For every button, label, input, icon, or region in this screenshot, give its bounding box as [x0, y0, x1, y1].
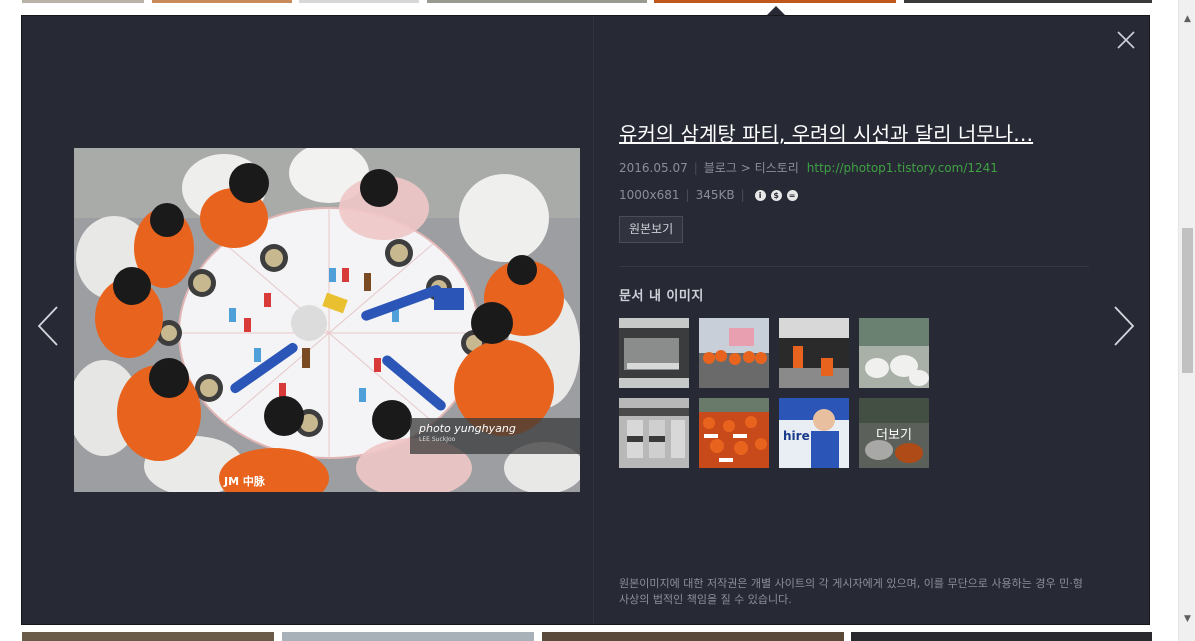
scroll-thumb[interactable]	[1182, 228, 1193, 373]
source-url-link[interactable]: http://photop1.tistory.com/1241	[807, 161, 998, 175]
document-image-thumbnail[interactable]	[699, 398, 769, 468]
source-name-link[interactable]: 티스토리	[755, 161, 799, 175]
license-icons: i $ =	[754, 189, 798, 201]
photo-watermark: photo yunghyang	[419, 422, 516, 435]
image-specs: 1000x681 | 345KB | i $ =	[619, 187, 1089, 203]
document-image-thumbnail[interactable]	[859, 318, 929, 388]
document-images-heading: 문서 내 이미지	[619, 289, 704, 304]
arrow-down-icon[interactable]: ▼	[1179, 610, 1195, 627]
document-image-thumbnail[interactable]: hire	[779, 398, 849, 468]
close-icon[interactable]	[1116, 30, 1136, 50]
section-divider	[619, 266, 1089, 267]
more-images-label: 더보기	[859, 398, 929, 468]
chevron-right-icon[interactable]	[1112, 304, 1136, 348]
image-dimensions: 1000x681	[619, 188, 680, 202]
panel-divider	[593, 16, 594, 624]
copyright-notice: 원본이미지에 대한 저작권은 개별 사이트의 각 게시자에게 있으며, 이를 무…	[619, 577, 1083, 606]
view-original-button[interactable]: 원본보기	[619, 216, 684, 243]
background-thumbnail-strip-bottom	[22, 632, 1152, 641]
image-viewer-panel: photo yunghyang LEE SuckJoo JM 中脉 유커의 삼계…	[21, 15, 1150, 625]
arrow-up-icon[interactable]: ▲	[1179, 10, 1195, 27]
no-derivatives-icon: =	[786, 189, 798, 201]
document-image-grid: hire 더보기	[619, 318, 1089, 468]
document-title-link[interactable]: 유커의 삼계탕 파티, 우려의 시선과 달리 너무나…	[619, 120, 1089, 148]
svg-text:hire: hire	[783, 429, 810, 443]
creative-commons-icon: i	[754, 189, 766, 201]
image-info-panel: 유커의 삼계탕 파티, 우려의 시선과 달리 너무나… 2016.05.07 | 블…	[619, 120, 1089, 468]
non-commercial-icon: $	[770, 189, 782, 201]
document-image-thumbnail[interactable]	[699, 318, 769, 388]
document-image-thumbnail[interactable]	[779, 318, 849, 388]
document-image-thumbnail[interactable]	[619, 398, 689, 468]
file-size: 345KB	[695, 188, 735, 202]
background-thumbnail-strip-top	[22, 0, 1152, 3]
post-date: 2016.05.07	[619, 161, 688, 175]
more-images-button[interactable]: 더보기	[859, 398, 929, 468]
main-photo[interactable]: photo yunghyang LEE SuckJoo JM 中脉	[74, 148, 580, 492]
source-type-link[interactable]: 블로그	[704, 161, 737, 175]
breadcrumb-arrow: >	[740, 161, 751, 175]
jacket-logo-text: JM 中脉	[224, 475, 265, 488]
photo-watermark-credit: LEE SuckJoo	[419, 436, 456, 443]
document-image-thumbnail[interactable]	[619, 318, 689, 388]
source-meta: 2016.05.07 | 블로그 > 티스토리 http://photop1.tist…	[619, 161, 998, 175]
chevron-left-icon[interactable]	[36, 304, 60, 348]
page-scrollbar[interactable]: ▲ ▼	[1178, 0, 1195, 641]
